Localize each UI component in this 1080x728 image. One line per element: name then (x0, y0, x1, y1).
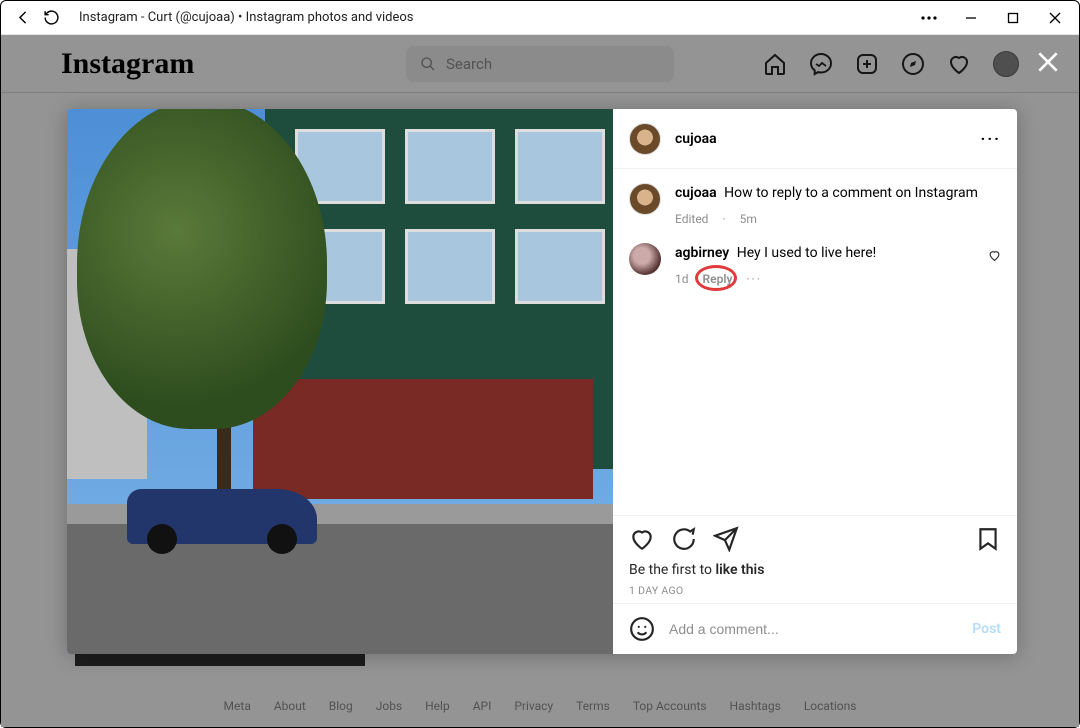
author-avatar[interactable] (629, 123, 661, 155)
like-button[interactable] (629, 526, 655, 552)
post-image[interactable] (67, 109, 613, 654)
window-maximize-button[interactable] (1001, 6, 1025, 30)
share-button[interactable] (713, 526, 739, 552)
caption-edited-label: Edited (675, 211, 708, 228)
page-title: Instagram - Curt (@cujoaa) • Instagram p… (79, 10, 917, 25)
browser-titlebar: Instagram - Curt (@cujoaa) • Instagram p… (1, 1, 1079, 35)
browser-more-icon[interactable] (917, 6, 941, 30)
author-username[interactable]: cujoaa (675, 131, 717, 147)
window-close-button[interactable] (1043, 6, 1067, 30)
annotation-circle (695, 265, 737, 291)
comment-input[interactable] (669, 621, 958, 637)
caption-row: cujoaa How to reply to a comment on Inst… (629, 183, 1001, 229)
comment-more-button[interactable]: ··· (746, 271, 761, 288)
caption-author[interactable]: cujoaa (675, 185, 717, 201)
likes-summary[interactable]: Be the first to like this (629, 562, 1001, 578)
post-comment-button[interactable]: Post (972, 621, 1001, 637)
window-minimize-button[interactable] (959, 6, 983, 30)
comment-time: 1d (675, 271, 689, 288)
post-age: 1 DAY AGO (629, 584, 1001, 597)
comment-row: agbirney Hey I used to live here! 1d Rep… (629, 243, 1001, 289)
caption-time: 5m (740, 211, 757, 228)
emoji-button[interactable] (629, 616, 655, 642)
commenter-avatar[interactable] (629, 243, 661, 275)
post-more-button[interactable]: ··· (981, 129, 1001, 148)
post-modal: cujoaa ··· cujoaa How to reply to a comm… (67, 109, 1017, 654)
comment-author[interactable]: agbirney (675, 245, 729, 261)
post-header: cujoaa ··· (613, 109, 1017, 169)
comment-button[interactable] (671, 526, 697, 552)
caption-text: How to reply to a comment on Instagram (724, 185, 978, 201)
post-details-pane: cujoaa ··· cujoaa How to reply to a comm… (613, 109, 1017, 654)
save-button[interactable] (975, 526, 1001, 552)
like-comment-button[interactable] (988, 249, 1001, 262)
back-button[interactable] (9, 9, 37, 26)
close-modal-button[interactable] (1035, 49, 1061, 75)
reload-button[interactable] (37, 9, 65, 26)
comment-text: Hey I used to live here! (737, 245, 877, 261)
comments-list: cujoaa How to reply to a comment on Inst… (613, 169, 1017, 515)
author-avatar[interactable] (629, 183, 661, 215)
add-comment-row: Post (613, 603, 1017, 654)
post-actions: Be the first to like this 1 DAY AGO (613, 515, 1017, 603)
